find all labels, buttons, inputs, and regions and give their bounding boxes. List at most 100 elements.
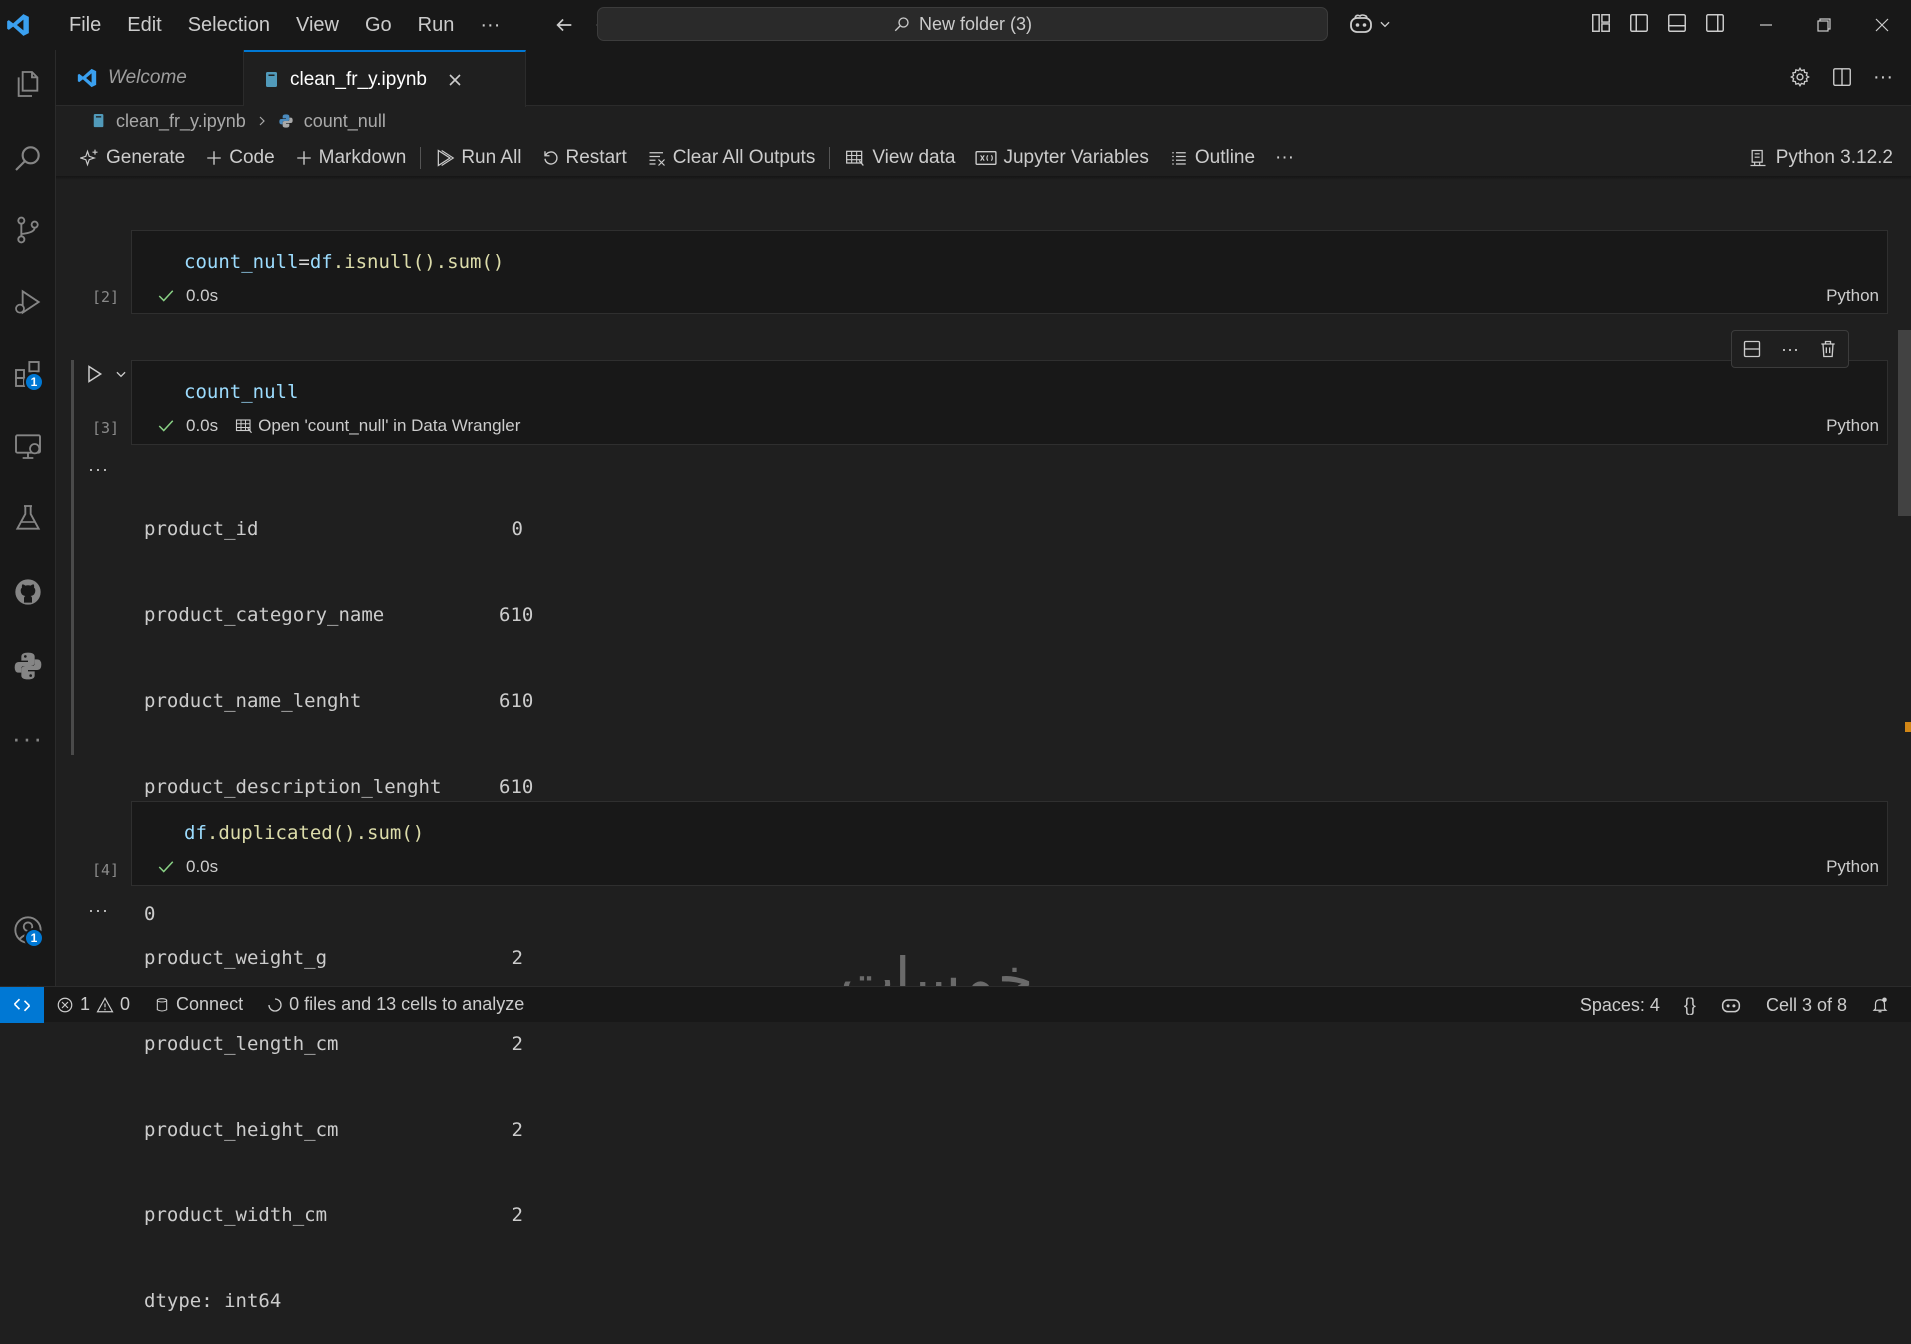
menu-selection[interactable]: Selection bbox=[175, 0, 283, 50]
trash-icon[interactable] bbox=[1818, 339, 1838, 359]
more-views-icon[interactable]: ··· bbox=[0, 710, 56, 766]
cell-focus-indicator bbox=[71, 360, 74, 755]
minimize-icon[interactable] bbox=[1737, 0, 1795, 50]
command-center-search[interactable]: New folder (3) bbox=[597, 7, 1328, 41]
cell-language[interactable]: Python bbox=[1826, 416, 1879, 436]
series-value: 610 bbox=[499, 603, 534, 626]
cell-status: 0.0s bbox=[156, 286, 218, 306]
jupyter-variables-button[interactable]: Jupyter Variables bbox=[965, 147, 1158, 169]
menu-more[interactable]: ··· bbox=[467, 0, 513, 50]
view-data-button[interactable]: View data bbox=[834, 147, 965, 169]
notebook-file-icon bbox=[264, 71, 280, 89]
split-editor-icon[interactable] bbox=[1831, 66, 1853, 88]
scrollbar-marker bbox=[1905, 722, 1911, 732]
status-bar-right: Spaces: 4 {} Cell 3 of 8 bbox=[1568, 987, 1901, 1023]
menu-view[interactable]: View bbox=[283, 0, 352, 50]
series-value: 2 bbox=[511, 1204, 523, 1227]
notifications-bell-icon[interactable] bbox=[1859, 996, 1901, 1014]
more-actions-icon[interactable]: ··· bbox=[1873, 66, 1893, 88]
run-cell-icon[interactable] bbox=[84, 364, 104, 384]
error-icon bbox=[56, 996, 74, 1014]
breadcrumb-symbol[interactable]: count_null bbox=[304, 111, 386, 132]
remote-explorer-icon[interactable] bbox=[0, 418, 56, 474]
series-index: product_id bbox=[144, 518, 259, 541]
menu-go[interactable]: Go bbox=[352, 0, 405, 50]
remote-indicator[interactable] bbox=[0, 986, 44, 1023]
cell-code[interactable]: count_null bbox=[184, 381, 298, 403]
extensions-badge: 1 bbox=[24, 372, 44, 392]
code-cell-2[interactable]: count_null=df.isnull().sum() 0.0s Python bbox=[131, 230, 1888, 314]
restart-icon bbox=[542, 149, 560, 167]
cell-language[interactable]: Python bbox=[1826, 857, 1879, 877]
split-cell-icon[interactable] bbox=[1742, 339, 1762, 359]
toolbar-more-button[interactable]: ··· bbox=[1265, 147, 1304, 169]
source-control-icon[interactable] bbox=[0, 202, 56, 258]
settings-gear-icon[interactable] bbox=[1789, 66, 1811, 88]
output-row: product_width_cm 2 bbox=[144, 1201, 523, 1230]
check-icon bbox=[156, 287, 176, 305]
copilot-status-icon[interactable] bbox=[1708, 995, 1754, 1015]
accounts-icon[interactable]: 1 bbox=[0, 902, 56, 958]
series-value: 0 bbox=[511, 518, 523, 541]
cell-status: 0.0s bbox=[156, 857, 218, 877]
python-icon[interactable] bbox=[0, 638, 56, 694]
tab-welcome[interactable]: Welcome bbox=[56, 50, 244, 106]
cell-code[interactable]: df.duplicated().sum() bbox=[184, 822, 424, 844]
back-arrow-icon[interactable] bbox=[553, 14, 575, 36]
menu-edit[interactable]: Edit bbox=[114, 0, 174, 50]
add-code-cell-button[interactable]: Code bbox=[195, 147, 284, 169]
variables-icon bbox=[975, 149, 998, 167]
cell-position[interactable]: Cell 3 of 8 bbox=[1754, 995, 1859, 1016]
vertical-scrollbar[interactable] bbox=[1898, 330, 1911, 516]
copilot-menu-button[interactable] bbox=[1348, 12, 1392, 36]
github-icon[interactable] bbox=[0, 564, 56, 620]
toggle-primary-sidebar-icon[interactable] bbox=[1628, 12, 1650, 34]
clear-all-outputs-button[interactable]: Clear All Outputs bbox=[637, 147, 826, 169]
close-icon[interactable] bbox=[447, 72, 463, 88]
run-all-button[interactable]: Run All bbox=[425, 147, 531, 169]
kernel-picker[interactable]: Python 3.12.2 bbox=[1748, 140, 1893, 176]
generate-button[interactable]: Generate bbox=[56, 147, 195, 169]
chevron-right-icon bbox=[256, 115, 268, 127]
output-actions-dots[interactable]: ··· bbox=[88, 900, 109, 921]
toggle-panel-icon[interactable] bbox=[1666, 12, 1688, 34]
cell-code[interactable]: count_null=df.isnull().sum() bbox=[184, 251, 504, 273]
indentation-setting[interactable]: Spaces: 4 bbox=[1568, 995, 1672, 1016]
restore-icon[interactable] bbox=[1795, 0, 1853, 50]
output-actions-dots[interactable]: ··· bbox=[88, 459, 109, 480]
tab-clean-fr-y-ipynb[interactable]: clean_fr_y.ipynb bbox=[244, 50, 526, 107]
kernel-label: Python 3.12.2 bbox=[1775, 147, 1893, 168]
customize-layout-icon[interactable] bbox=[1590, 12, 1612, 34]
language-status-braces[interactable]: {} bbox=[1672, 995, 1708, 1016]
execution-time: 0.0s bbox=[186, 857, 219, 876]
problems-indicator[interactable]: 1 0 bbox=[44, 994, 142, 1015]
chevron-down-icon[interactable] bbox=[114, 367, 128, 381]
cell-language[interactable]: Python bbox=[1826, 286, 1879, 306]
testing-flask-icon[interactable] bbox=[0, 490, 56, 546]
search-icon[interactable] bbox=[0, 130, 56, 186]
series-index: product_description_lenght bbox=[144, 775, 442, 798]
cell-more-actions-icon[interactable]: ··· bbox=[1781, 339, 1799, 360]
extensions-icon[interactable]: 1 bbox=[0, 346, 56, 402]
add-markdown-cell-button[interactable]: Markdown bbox=[285, 147, 417, 169]
explorer-icon[interactable] bbox=[0, 56, 56, 112]
restart-button[interactable]: Restart bbox=[532, 147, 637, 169]
menu-file[interactable]: File bbox=[56, 0, 114, 50]
close-window-icon[interactable] bbox=[1853, 0, 1911, 50]
warning-count: 0 bbox=[120, 994, 131, 1014]
menu-run[interactable]: Run bbox=[405, 0, 468, 50]
connect-label: Connect bbox=[176, 994, 244, 1014]
breadcrumb-file[interactable]: clean_fr_y.ipynb bbox=[116, 111, 246, 132]
python-icon bbox=[278, 113, 294, 129]
connect-button[interactable]: Connect bbox=[142, 994, 255, 1015]
open-in-data-wrangler-link[interactable]: Open 'count_null' in Data Wrangler bbox=[234, 416, 520, 436]
toggle-secondary-sidebar-icon[interactable] bbox=[1704, 12, 1726, 34]
plus-icon bbox=[205, 149, 223, 167]
outline-button[interactable]: Outline bbox=[1159, 147, 1265, 169]
activity-bar: 1 ··· 1 1 bbox=[0, 50, 56, 1018]
code-cell-3[interactable]: count_null 0.0s Open 'count_null' in Dat… bbox=[131, 360, 1888, 445]
series-index: product_width_cm bbox=[144, 1204, 328, 1227]
run-debug-icon[interactable] bbox=[0, 274, 56, 330]
code-cell-4[interactable]: df.duplicated().sum() 0.0s Python bbox=[131, 801, 1888, 886]
analysis-status[interactable]: 0 files and 13 cells to analyze bbox=[255, 994, 536, 1015]
